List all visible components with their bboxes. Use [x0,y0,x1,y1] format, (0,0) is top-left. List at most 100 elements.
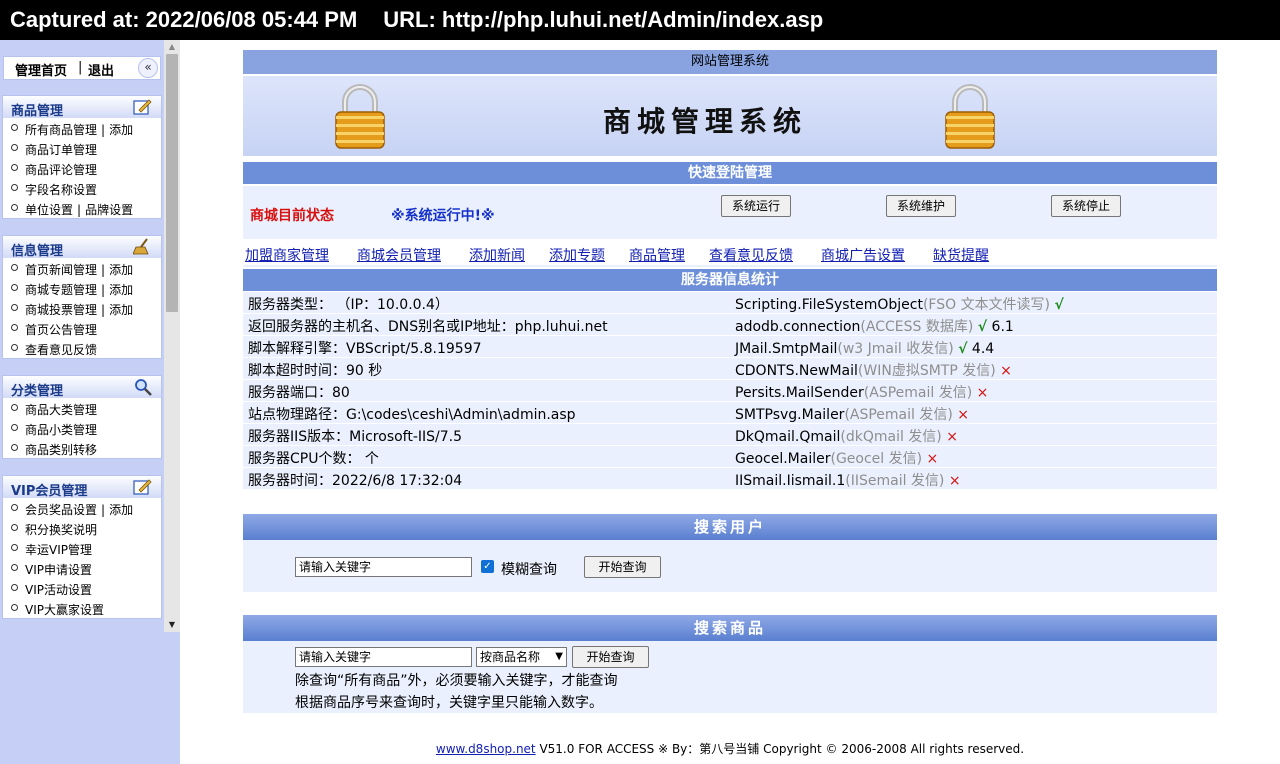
menu-item-link[interactable]: 首页公告管理 [25,323,97,337]
link-ad-settings[interactable]: 商城广告设置 [821,245,905,265]
server-info-label: 脚本超时时间：90 秒 [248,363,383,379]
menu-item-link[interactable]: 首页新闻管理 [25,263,97,277]
home-link[interactable]: 管理首页 [15,60,67,79]
menu-item-link[interactable]: VIP申请设置 [25,563,92,577]
component-name: JMail.SmtpMail [735,341,838,357]
menu-group-header[interactable]: 商品管理 [3,96,161,119]
menu-item: VIP申请设置 [3,558,161,578]
component-desc: (FSO 文本文件读写) [922,297,1051,313]
link-add-topic[interactable]: 添加专题 [549,245,605,265]
system-run-button[interactable]: 系统运行 [721,195,791,217]
padlock-icon [945,84,995,149]
menu-item-text: 首页新闻管理 | 添加 [25,261,133,278]
menu-item-extra-link[interactable]: 添加 [109,263,133,277]
server-info-row: 服务器IIS版本：Microsoft-IIS/7.5 DkQmail.Qmail(… [243,424,1217,446]
menu-item-link[interactable]: 积分换奖说明 [25,523,97,537]
menu-item-text: 首页公告管理 [25,321,97,338]
menu-item-link[interactable]: 所有商品管理 [25,123,97,137]
fuzzy-search-checkbox[interactable]: ✓ [481,560,494,573]
link-member-manage[interactable]: 商城会员管理 [357,245,441,265]
menu-item-text: 商城专题管理 | 添加 [25,281,133,298]
system-stop-button[interactable]: 系统停止 [1051,195,1121,217]
menu-item-link[interactable]: 字段名称设置 [25,183,97,197]
goods-search-field-value: 按商品名称 [480,650,541,664]
cross-icon: × [948,473,961,489]
menu-item-link[interactable]: 商品小类管理 [25,423,97,437]
menu-item-text: 商品小类管理 [25,421,97,438]
menu-item-link[interactable]: 查看意见反馈 [25,343,97,357]
menu-item-link[interactable]: 幸运VIP管理 [25,543,92,557]
link-goods-manage[interactable]: 商品管理 [629,245,685,265]
collapse-icon[interactable]: « [138,58,158,78]
menu-item-link[interactable]: 商品大类管理 [25,403,97,417]
separator: | [101,303,106,317]
logout-link[interactable]: 退出 [88,60,114,79]
link-add-news[interactable]: 添加新闻 [469,245,525,265]
component-desc: (dkQmail 发信) [840,429,942,445]
menu-group-header[interactable]: VIP会员管理 [3,476,161,499]
menu-item-link[interactable]: 商城专题管理 [25,283,97,297]
menu-item-link[interactable]: 商城投票管理 [25,303,97,317]
component-desc: (Geocel 发信) [830,451,923,467]
menu-item: 查看意见反馈 [3,338,161,358]
component-name: Scripting.FileSystemObject [735,297,923,313]
scroll-up-icon[interactable]: ▲ [164,40,180,54]
left-scrollbar[interactable]: ▲ ▼ [164,40,180,632]
user-search-button[interactable]: 开始查询 [584,556,661,578]
menu-group-title: 信息管理 [11,244,64,259]
menu-item: 会员奖品设置 | 添加 [3,498,161,518]
server-info-row: 服务器端口：80 Persits.MailSender(ASPemail 发信) … [243,380,1217,402]
menu-item-link[interactable]: VIP大赢家设置 [25,603,104,617]
bullet-icon [11,184,18,191]
scroll-down-icon[interactable]: ▼ [164,618,180,632]
fuzzy-search-label: 模糊查询 [501,562,557,578]
component-name: Persits.MailSender [735,385,864,401]
menu-item-extra-link[interactable]: 添加 [109,283,133,297]
menu-item-link[interactable]: 会员奖品设置 [25,503,97,517]
menu-group-header[interactable]: 信息管理 [3,236,161,259]
menu-item-text: 单位设置 | 品牌设置 [25,201,133,218]
goods-keyword-input[interactable]: 请输入关键字 [295,647,472,667]
system-title: 网站管理系统 [690,54,769,69]
menu-item-link[interactable]: 商品订单管理 [25,143,97,157]
component-status: Scripting.FileSystemObject(FSO 文本文件读写) √ [735,294,1064,314]
menu-item-link[interactable]: 单位设置 [25,203,73,217]
scroll-thumb[interactable] [166,54,178,312]
link-stock-alert[interactable]: 缺货提醒 [933,245,989,265]
link-view-feedback[interactable]: 查看意见反馈 [709,245,793,265]
component-name: CDONTS.NewMail [735,363,858,379]
server-info-row: 脚本解释引擎：VBScript/5.8.19597 JMail.SmtpMail(… [243,336,1217,358]
link-merchant-manage[interactable]: 加盟商家管理 [245,245,329,265]
menu-item-extra-link[interactable]: 添加 [109,303,133,317]
menu-item: 商品大类管理 [3,398,161,418]
goods-search-button[interactable]: 开始查询 [572,646,649,668]
footer-site-link[interactable]: www.d8shop.net [436,742,536,756]
check-icon: √ [977,319,988,335]
menu-item-link[interactable]: 商品评论管理 [25,163,97,177]
goods-search-field-select[interactable]: 按商品名称 ▼ [476,647,567,667]
menu-item: 首页新闻管理 | 添加 [3,258,161,278]
menu-item-link[interactable]: 商品类别转移 [25,443,97,457]
banner: 商城管理系统 [243,76,1217,156]
check-icon: √ [1054,297,1064,313]
user-keyword-input[interactable]: 请输入关键字 [295,557,472,577]
bullet-icon [11,504,18,511]
separator: | [101,123,106,137]
footer: www.d8shop.net V51.0 FOR ACCESS ※ By：第八号… [180,740,1280,757]
quick-login-title-bar: 快速登陆管理 [243,162,1217,184]
menu-item: VIP活动设置 [3,578,161,598]
menu-item-text: 积分换奖说明 [25,521,97,538]
quick-links-row: 加盟商家管理 商城会员管理 添加新闻 添加专题 商品管理 查看意见反馈 商城广告… [243,241,1217,267]
system-maintain-button[interactable]: 系统维护 [886,195,956,217]
left-nav-header: 管理首页 | 退出 « [3,56,161,80]
menu-item-link[interactable]: VIP活动设置 [25,583,92,597]
menu-group-header[interactable]: 分类管理 [3,376,161,399]
component-status: Persits.MailSender(ASPemail 发信) × [735,382,988,402]
menu-item-extra-link[interactable]: 添加 [109,503,133,517]
separator: | [77,203,82,217]
server-info-row: 脚本超时时间：90 秒 CDONTS.NewMail(WIN虚拟SMTP 发信) … [243,358,1217,380]
menu-item-extra-link[interactable]: 添加 [109,123,133,137]
menu-item-extra-link[interactable]: 品牌设置 [85,203,133,217]
menu-group: VIP会员管理 会员奖品设置 | 添加积分换奖说明 幸运VIP管理 VIP申请设置 VIP活… [2,475,162,619]
component-desc: (ACCESS 数据库) [860,319,974,335]
